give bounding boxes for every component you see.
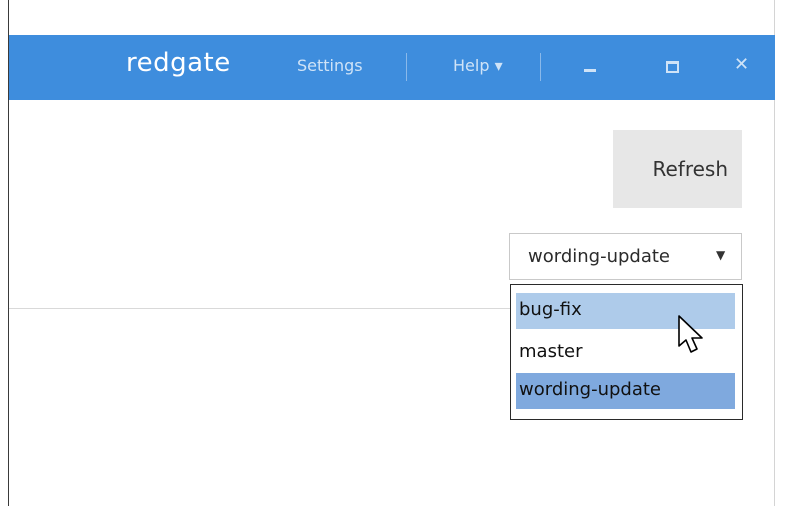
option-wording-update[interactable]: wording-update	[516, 373, 735, 409]
close-button[interactable]: ✕	[726, 49, 762, 85]
redgate-logo: redgate	[126, 48, 231, 78]
minimize-button[interactable]	[572, 49, 608, 85]
chevron-down-icon: ▼	[716, 248, 726, 262]
help-menu[interactable]: Help ▾	[453, 56, 503, 75]
refresh-button[interactable]: Refresh	[613, 130, 742, 208]
menu-separator	[540, 53, 541, 81]
minimize-icon	[584, 69, 596, 72]
settings-menu[interactable]: Settings	[297, 56, 363, 75]
title-bar: redgate Settings Help ▾ ✕	[9, 35, 775, 100]
branch-dropdown[interactable]: wording-update ▼	[509, 233, 742, 280]
menu-separator	[406, 53, 407, 81]
branch-dropdown-value: wording-update	[528, 246, 670, 267]
divider	[9, 308, 511, 309]
mouse-cursor-icon	[678, 315, 703, 353]
maximize-button[interactable]	[654, 49, 690, 85]
maximize-icon	[666, 61, 679, 73]
close-icon: ✕	[734, 54, 750, 75]
